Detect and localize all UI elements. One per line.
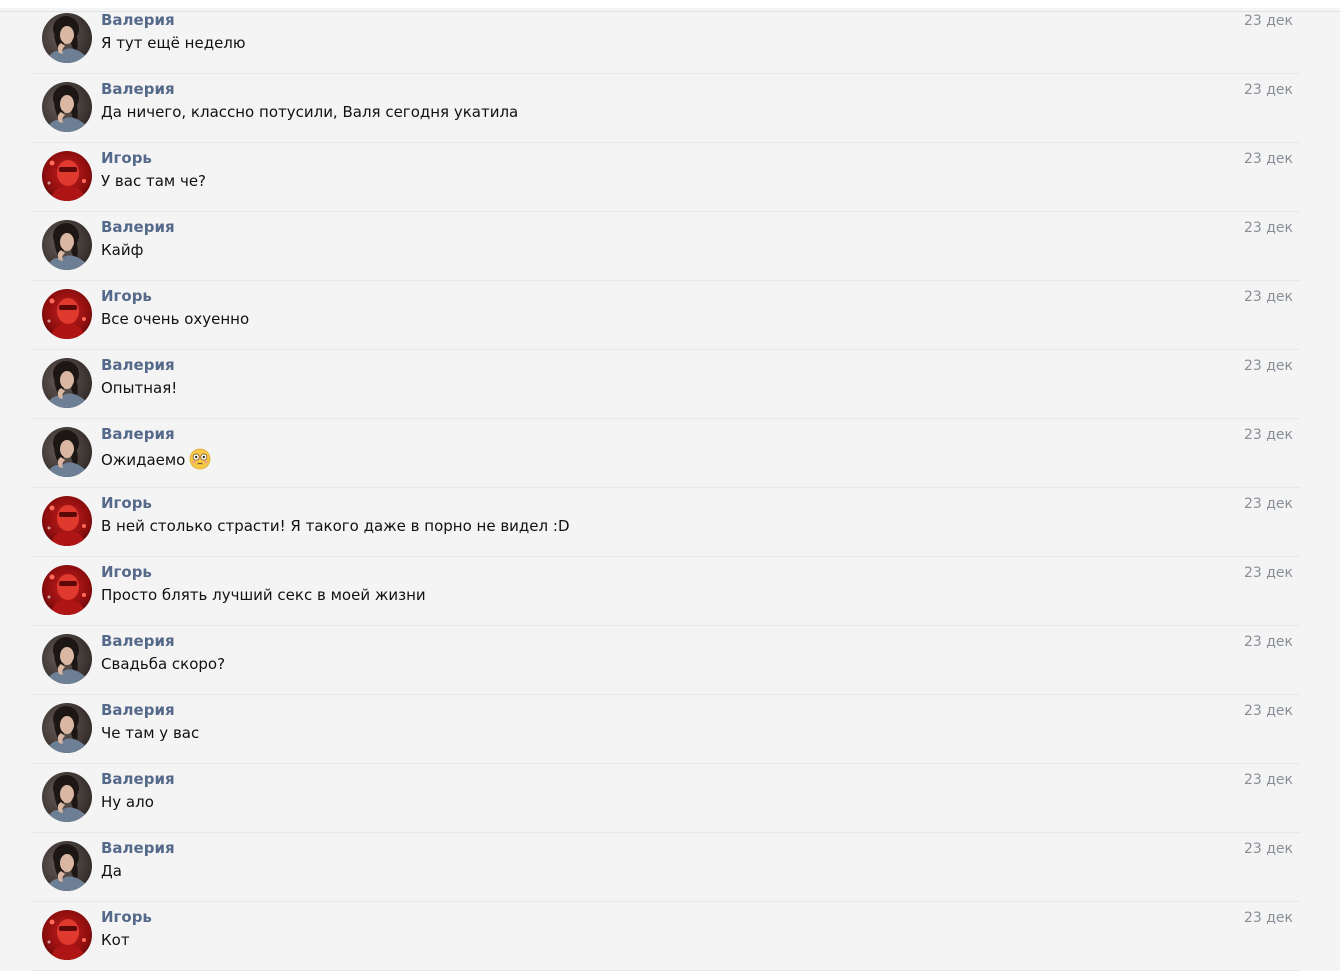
author-name-link[interactable]: Валерия [101,701,175,719]
message-text-content: Кайф [101,241,144,259]
author-name-link[interactable]: Валерия [101,632,175,650]
message-text: Опытная! [101,379,177,397]
message-text: Кот [101,931,130,949]
author-name-link[interactable]: Игорь [101,494,152,512]
message-date[interactable]: 23 дек [1244,358,1293,374]
avatar-igor[interactable] [42,151,92,201]
avatar-valeria[interactable] [42,703,92,753]
avatar-valeria[interactable] [42,841,92,891]
message-row[interactable]: Валерия Че там у вас 23 дек [32,695,1300,764]
author-name-link[interactable]: Игорь [101,149,152,167]
message-text: Все очень охуенно [101,310,249,328]
message-row[interactable]: Валерия Ну ало 23 дек [32,764,1300,833]
author-name-link[interactable]: Валерия [101,770,175,788]
author-name-link[interactable]: Игорь [101,563,152,581]
author-name-link[interactable]: Игорь [101,908,152,926]
message-text: Свадьба скоро? [101,655,225,673]
message-text-content: Я тут ещё неделю [101,34,246,52]
message-date[interactable]: 23 дек [1244,220,1293,236]
message-text-content: Просто блять лучший секс в моей жизни [101,586,426,604]
author-name-link[interactable]: Валерия [101,839,175,857]
message-text-content: В ней столько страсти! Я такого даже в п… [101,517,570,535]
message-text: В ней столько страсти! Я такого даже в п… [101,517,570,535]
message-text: Ожидаемо [101,448,211,474]
avatar-igor[interactable] [42,496,92,546]
message-text-content: Свадьба скоро? [101,655,226,673]
message-row[interactable]: Валерия Опытная! 23 дек [32,350,1300,419]
message-date[interactable]: 23 дек [1244,151,1293,167]
message-text: Че там у вас [101,724,199,742]
message-date[interactable]: 23 дек [1244,82,1293,98]
avatar-igor[interactable] [42,289,92,339]
message-date[interactable]: 23 дек [1244,13,1293,29]
message-text-content: Ожидаемо [101,451,186,469]
message-row[interactable]: Игорь У вас там че? 23 дек [32,143,1300,212]
avatar-igor[interactable] [42,910,92,960]
avatar-valeria[interactable] [42,82,92,132]
message-row[interactable]: Валерия Я тут ещё неделю 23 дек [32,5,1300,74]
message-text-content: Ну ало [101,793,154,811]
message-text: Я тут ещё неделю [101,34,246,52]
message-date[interactable]: 23 дек [1244,910,1293,926]
flushed-face-emoji-icon [189,448,211,474]
message-row[interactable]: Игорь В ней столько страсти! Я такого даж… [32,488,1300,557]
message-text: Ну ало [101,793,154,811]
message-row[interactable]: Игорь Просто блять лучший секс в моей жиз… [32,557,1300,626]
author-name-link[interactable]: Валерия [101,80,175,98]
message-text: Кайф [101,241,143,259]
message-text-content: Все очень охуенно [101,310,250,328]
message-text-content: Опытная! [101,379,178,397]
message-date[interactable]: 23 дек [1244,496,1293,512]
message-row[interactable]: Валерия Ожидаемо 23 дек [32,419,1300,488]
author-name-link[interactable]: Валерия [101,11,175,29]
message-row[interactable]: Игорь Все очень охуенно 23 дек [32,281,1300,350]
message-row[interactable]: Валерия Да ничего, классно потусили, Валя… [32,74,1300,143]
message-list: Валерия Я тут ещё неделю 23 дек Валерия Да … [32,5,1300,971]
message-date[interactable]: 23 дек [1244,703,1293,719]
message-text-content: Да [101,862,122,880]
avatar-valeria[interactable] [42,634,92,684]
message-row[interactable]: Валерия Свадьба скоро? 23 дек [32,626,1300,695]
message-date[interactable]: 23 дек [1244,289,1293,305]
message-date[interactable]: 23 дек [1244,634,1293,650]
message-text: Да [101,862,122,880]
avatar-valeria[interactable] [42,427,92,477]
message-text-content: Че там у вас [101,724,200,742]
message-date[interactable]: 23 дек [1244,772,1293,788]
message-text-content: Да ничего, классно потусили, Валя сегодн… [101,103,519,121]
author-name-link[interactable]: Валерия [101,218,175,236]
message-text: Просто блять лучший секс в моей жизни [101,586,426,604]
message-date[interactable]: 23 дек [1244,427,1293,443]
author-name-link[interactable]: Валерия [101,425,175,443]
message-text-content: У вас там че? [101,172,207,190]
author-name-link[interactable]: Валерия [101,356,175,374]
message-date[interactable]: 23 дек [1244,565,1293,581]
avatar-valeria[interactable] [42,772,92,822]
message-text-content: Кот [101,931,130,949]
message-row[interactable]: Валерия Да 23 дек [32,833,1300,902]
author-name-link[interactable]: Игорь [101,287,152,305]
avatar-igor[interactable] [42,565,92,615]
message-row[interactable]: Игорь Кот 23 дек [32,902,1300,971]
avatar-valeria[interactable] [42,358,92,408]
avatar-valeria[interactable] [42,220,92,270]
avatar-valeria[interactable] [42,13,92,63]
message-date[interactable]: 23 дек [1244,841,1293,857]
message-text: У вас там че? [101,172,206,190]
message-row[interactable]: Валерия Кайф 23 дек [32,212,1300,281]
message-text: Да ничего, классно потусили, Валя сегодн… [101,103,518,121]
